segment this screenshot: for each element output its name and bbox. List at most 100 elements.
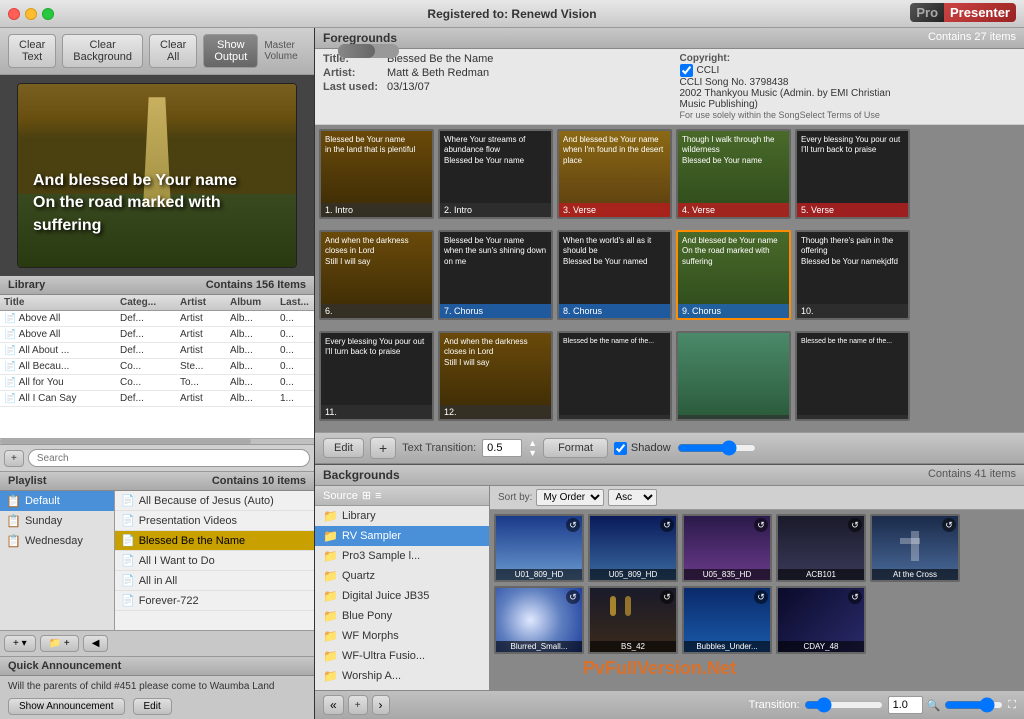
slide-thumb-3[interactable]: And blessed be Your namewhen I'm found i… (557, 129, 672, 219)
slide-thumb-5[interactable]: Every blessing You pour outI'll turn bac… (795, 129, 910, 219)
slide-thumb-12[interactable]: And when the darkness closes in LordStil… (438, 331, 553, 421)
bg-thumb-u01[interactable]: ↺ U01_809_HD (494, 514, 584, 582)
table-row[interactable]: 📄 Above AllDef...ArtistAlb...0... (0, 311, 314, 327)
show-output-button[interactable]: Show Output (203, 34, 258, 68)
show-announcement-button[interactable]: Show Announcement (8, 698, 125, 715)
list-item-selected[interactable]: 📄 Blessed Be the Name (115, 531, 314, 551)
playlist-source-sunday[interactable]: 📋 Sunday (0, 511, 114, 531)
playlist-section: Playlist Contains 10 items 📋 Default 📋 S… (0, 471, 314, 656)
sort-dir-select[interactable]: Asc Desc (608, 489, 657, 506)
playlist-folder-button[interactable]: 📁 + (40, 635, 79, 652)
table-row[interactable]: 📄 All I Can SayDef...ArtistAlb...1... (0, 391, 314, 407)
bg-thumb-bs42[interactable]: ↺ BS_42 (588, 586, 678, 654)
playlist-source-default[interactable]: 📋 Default (0, 491, 114, 511)
slide-thumb-9[interactable]: And blessed be Your nameOn the road mark… (676, 230, 791, 320)
sort-label: Sort by: (498, 492, 532, 503)
playlist-add-button[interactable]: + ▾ (4, 635, 36, 652)
edit-button[interactable]: Edit (323, 438, 364, 458)
copyright-line1: CCLI Song No. 3798438 (680, 77, 1017, 88)
list-item[interactable]: 📄 Forever-722 (115, 591, 314, 611)
refresh-icon[interactable]: ↺ (848, 590, 862, 604)
refresh-icon[interactable]: ↺ (660, 590, 674, 604)
source-wf-ultra[interactable]: 📁 WF-Ultra Fusio... (315, 646, 489, 666)
slide-thumb-8[interactable]: When the world's all as it should beBles… (557, 230, 672, 320)
table-row[interactable]: 📄 Above AllDef...ArtistAlb...0... (0, 327, 314, 343)
library-scrollbar[interactable] (0, 438, 314, 444)
slide-text: Every blessing You pour outI'll turn bac… (801, 135, 904, 156)
refresh-icon[interactable]: ↺ (566, 590, 580, 604)
slide-thumb-10[interactable]: Though there's pain in the offeringBless… (795, 230, 910, 320)
col-album: Album (230, 297, 280, 308)
bg-opacity-slider[interactable] (944, 697, 1004, 713)
clear-text-button[interactable]: Clear Text (8, 34, 56, 68)
bg-fullscreen-icon[interactable]: ⛶ (1008, 699, 1016, 712)
backgrounds-count: Contains 41 items (928, 468, 1016, 482)
slide-thumb-15[interactable]: Blessed be the name of the... (795, 331, 910, 421)
maximize-button[interactable] (42, 8, 54, 20)
shadow-slider[interactable] (677, 440, 757, 456)
slide-thumb-2[interactable]: Where Your streams of abundance flowBles… (438, 129, 553, 219)
bg-thumb-bubbles[interactable]: ↺ Bubbles_Under... (682, 586, 772, 654)
minimize-button[interactable] (25, 8, 37, 20)
bg-add-button[interactable]: + (348, 695, 368, 715)
bg-transition-input[interactable] (888, 696, 923, 714)
source-library[interactable]: 📁 Library (315, 506, 489, 526)
volume-slider[interactable] (338, 44, 400, 58)
table-row[interactable]: 📄 All Becau...Co...Ste...Alb...0... (0, 359, 314, 375)
list-item[interactable]: 📄 All I Want to Do (115, 551, 314, 571)
clear-all-button[interactable]: Clear All (149, 34, 197, 68)
source-rv-sampler[interactable]: 📁 RV Sampler (315, 526, 489, 546)
list-item[interactable]: 📄 Presentation Videos (115, 511, 314, 531)
list-item[interactable]: 📄 All Because of Jesus (Auto) (115, 491, 314, 511)
bg-back-button[interactable]: « (323, 695, 344, 715)
table-row[interactable]: 📄 All for YouCo...To...Alb...0... (0, 375, 314, 391)
source-worship-a[interactable]: 📁 Worship A... (315, 666, 489, 686)
refresh-icon[interactable]: ↺ (942, 518, 956, 532)
slide-thumb-13[interactable]: Blessed be the name of the... (557, 331, 672, 421)
clear-background-button[interactable]: Clear Background (62, 34, 143, 68)
bg-forward-button[interactable]: › (372, 695, 390, 715)
refresh-icon[interactable]: ↺ (754, 590, 768, 604)
library-add-button[interactable]: + (4, 450, 24, 467)
playlist-collapse-button[interactable]: ◀ (83, 635, 109, 652)
bg-thumb-blurred[interactable]: ↺ Blurred_Small... (494, 586, 584, 654)
bg-thumb-cday48[interactable]: ↺ CDAY_48 (776, 586, 866, 654)
slide-thumb-4[interactable]: Though I walk through the wildernessBles… (676, 129, 791, 219)
source-digital-juice[interactable]: 📁 Digital Juice JB35 (315, 586, 489, 606)
bg-thumb-u05-809[interactable]: ↺ U05_809_HD (588, 514, 678, 582)
library-search-input[interactable] (28, 449, 310, 467)
shadow-checkbox[interactable] (614, 442, 627, 455)
backgrounds-footer: « + › Transition: 🔍 ⛶ (315, 690, 1024, 719)
bg-transition-slider[interactable] (804, 697, 884, 713)
refresh-icon[interactable]: ↺ (848, 518, 862, 532)
format-button[interactable]: Format (543, 438, 608, 458)
text-transition-input[interactable] (482, 439, 522, 457)
grid-view-icon[interactable]: ⊞ (362, 489, 371, 502)
edit-announcement-button[interactable]: Edit (133, 698, 172, 715)
list-view-icon[interactable]: ≡ (375, 490, 381, 502)
close-button[interactable] (8, 8, 20, 20)
playlist-source-wednesday[interactable]: 📋 Wednesday (0, 531, 114, 551)
bg-thumb-acb101[interactable]: ↺ ACB101 (776, 514, 866, 582)
source-pro3-sample[interactable]: 📁 Pro3 Sample l... (315, 546, 489, 566)
list-item[interactable]: 📄 All in All (115, 571, 314, 591)
source-quartz[interactable]: 📁 Quartz (315, 566, 489, 586)
slide-thumb-7[interactable]: Blessed be Your namewhen the sun's shini… (438, 230, 553, 320)
refresh-icon[interactable]: ↺ (754, 518, 768, 532)
ccli-checkbox[interactable] (680, 64, 693, 77)
slide-thumb-11[interactable]: Every blessing You pour outI'll turn bac… (319, 331, 434, 421)
slide-thumb-1[interactable]: Blessed be Your namein the land that is … (319, 129, 434, 219)
source-blue-pony[interactable]: 📁 Blue Pony (315, 606, 489, 626)
slide-thumb-6[interactable]: And when the darkness closes in LordStil… (319, 230, 434, 320)
bg-thumb-at-cross[interactable]: ↺ At the Cross (870, 514, 960, 582)
refresh-icon[interactable]: ↺ (660, 518, 674, 532)
transition-stepper-up[interactable]: ▲▼ (528, 438, 537, 458)
sort-select[interactable]: My Order Name Date (536, 489, 604, 506)
add-slide-button[interactable]: + (370, 437, 396, 459)
bg-thumb-u05-835[interactable]: ↺ U05_835_HD (682, 514, 772, 582)
slide-thumb-14[interactable] (676, 331, 791, 421)
source-wf-morphs[interactable]: 📁 WF Morphs (315, 626, 489, 646)
refresh-icon[interactable]: ↺ (566, 518, 580, 532)
song-label: All in All (139, 575, 178, 587)
table-row[interactable]: 📄 All About ...Def...ArtistAlb...0... (0, 343, 314, 359)
